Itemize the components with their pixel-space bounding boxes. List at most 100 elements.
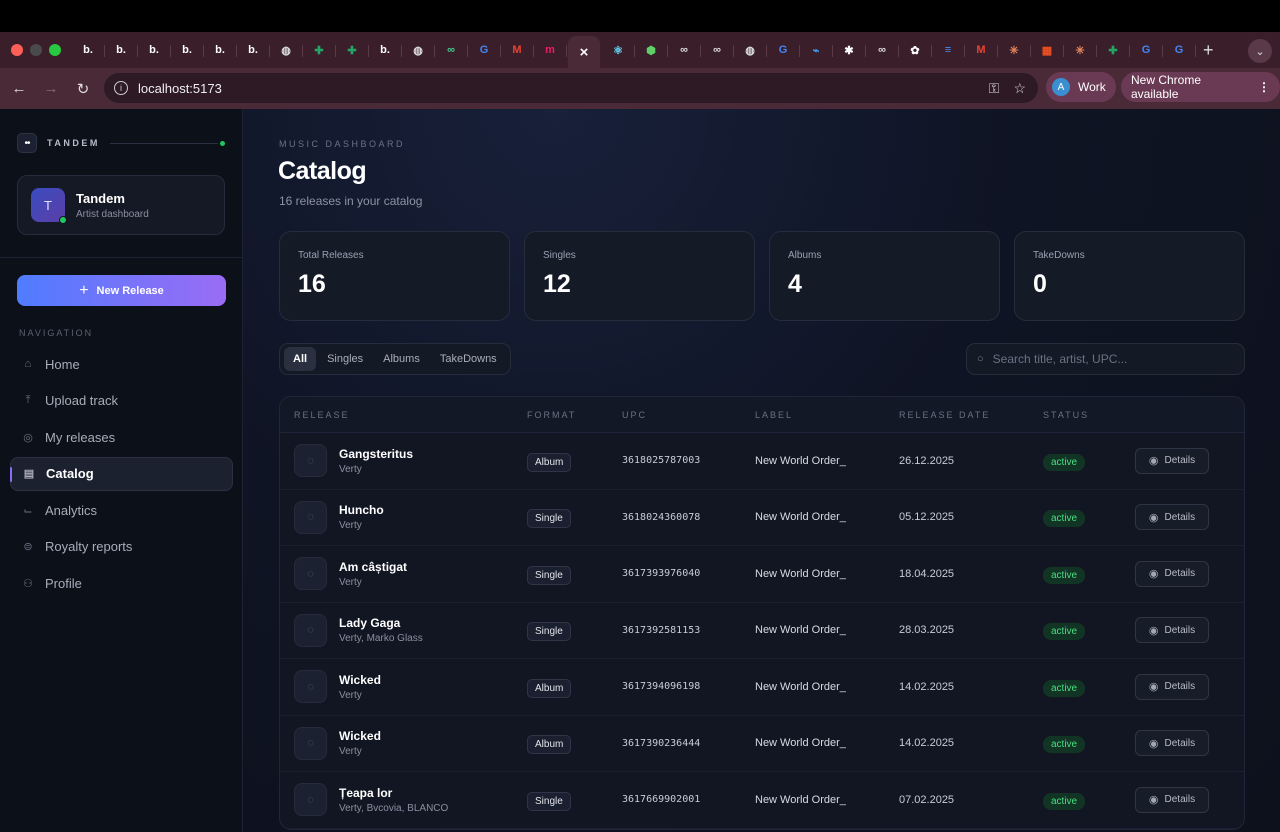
address-bar[interactable]: i localhost:5173 ⚿ ☆: [104, 73, 1038, 103]
browser-tab[interactable]: G: [469, 36, 501, 64]
tab-separator: [766, 45, 767, 57]
search-box[interactable]: ○: [966, 343, 1245, 375]
browser-tab[interactable]: b.: [106, 36, 138, 64]
table-row[interactable]: ◌ Gangsteritus Verty Album 3618025787003 New …: [280, 433, 1244, 490]
new-tab-button[interactable]: +: [1203, 40, 1214, 61]
stat-value: 12: [543, 270, 571, 298]
release-cell: ◌ Huncho Verty: [294, 500, 384, 534]
b-logo-icon: b.: [380, 44, 390, 56]
claude-icon: ✳: [1075, 44, 1085, 57]
chrome-update-button[interactable]: New Chrome available ⋮: [1121, 72, 1280, 102]
browser-tab[interactable]: ✿: [900, 36, 932, 64]
table-row[interactable]: ◌ Huncho Verty Single 3618024360078 New World…: [280, 490, 1244, 546]
browser-tab[interactable]: b.: [370, 36, 402, 64]
browser-tab[interactable]: ⚛: [603, 36, 635, 64]
sidebar-nav: ⌂ Home ⤒ Upload track ◎ My releases ▤ Catalog ⌙ A…: [10, 347, 233, 603]
browser-tab[interactable]: ⬢: [636, 36, 668, 64]
sidebar-item-profile[interactable]: ⚇ Profile: [10, 566, 233, 600]
table-row[interactable]: ◌ Wicked Verty Album 3617394096198 New World …: [280, 659, 1244, 716]
browser-tab[interactable]: b.: [172, 36, 204, 64]
browser-tab[interactable]: ✱: [834, 36, 866, 64]
browser-tab[interactable]: ∞: [702, 36, 734, 64]
tab-separator: [434, 45, 435, 57]
status-cell: active: [1043, 678, 1086, 697]
filter-tab-takedowns[interactable]: TakeDowns: [431, 347, 506, 371]
browser-tab[interactable]: ✚: [1098, 36, 1130, 64]
password-key-icon[interactable]: ⚿: [989, 80, 1000, 97]
browser-tab[interactable]: M: [502, 36, 534, 64]
table-row[interactable]: ◌ Lady Gaga Verty, Marko Glass Single 361739…: [280, 603, 1244, 659]
forward-button[interactable]: →: [35, 80, 67, 97]
close-window-button[interactable]: [11, 44, 23, 56]
status-cell: active: [1043, 734, 1086, 754]
details-label: Details: [1164, 681, 1196, 693]
details-button[interactable]: ◉ Details: [1135, 504, 1209, 531]
home-icon: ⌂: [24, 358, 32, 370]
browser-tab[interactable]: ◍: [735, 36, 767, 64]
details-button[interactable]: ◉ Details: [1135, 447, 1209, 474]
tab-separator: [898, 45, 899, 57]
sidebar-item-analytics[interactable]: ⌙ Analytics: [10, 493, 233, 527]
back-button[interactable]: ←: [3, 80, 35, 97]
browser-tab[interactable]: G: [1164, 36, 1196, 64]
browser-tab[interactable]: ✚: [304, 36, 336, 64]
search-input[interactable]: [992, 352, 1233, 366]
details-button[interactable]: ◉ Details: [1135, 786, 1209, 813]
brand-logo-icon: ••: [17, 133, 37, 153]
browser-tab[interactable]: ◍: [403, 36, 435, 64]
filter-tab-albums[interactable]: Albums: [374, 347, 429, 371]
site-info-icon[interactable]: i: [114, 81, 128, 95]
browser-tab[interactable]: ✳: [1065, 36, 1097, 64]
browser-tab[interactable]: ▦: [1032, 36, 1064, 64]
browser-tab[interactable]: ✳: [999, 36, 1031, 64]
browser-tab[interactable]: G: [768, 36, 800, 64]
minimize-window-button[interactable]: [30, 44, 42, 56]
tab-separator: [931, 45, 932, 57]
reload-button[interactable]: ↻: [67, 80, 99, 98]
details-button[interactable]: ◉ Details: [1135, 617, 1209, 644]
bookmark-star-icon[interactable]: ☆: [1013, 80, 1026, 97]
artist-card[interactable]: T Tandem Artist dashboard: [17, 175, 225, 235]
tab-search-button[interactable]: ⌄: [1248, 39, 1272, 63]
table-row[interactable]: ◌ Wicked Verty Album 3617390236444 New World …: [280, 716, 1244, 772]
format-cell: Single: [527, 791, 571, 811]
profile-button[interactable]: A Work: [1046, 72, 1116, 102]
table-row[interactable]: ◌ Am câștigat Verty Single 3617393976040 New …: [280, 546, 1244, 603]
sidebar-item-my-releases[interactable]: ◎ My releases: [10, 420, 233, 454]
browser-tab[interactable]: G: [1131, 36, 1163, 64]
filter-tab-singles[interactable]: Singles: [318, 347, 372, 371]
browser-tab[interactable]: b.: [238, 36, 270, 64]
filter-tab-all[interactable]: All: [284, 347, 317, 371]
browser-tab[interactable]: ≡: [933, 36, 965, 64]
sidebar-item-upload-track[interactable]: ⤒ Upload track: [10, 384, 233, 418]
more-menu-icon[interactable]: ⋮: [1258, 80, 1270, 94]
browser-tab[interactable]: b.: [73, 36, 105, 64]
browser-tab[interactable]: m: [535, 36, 567, 64]
release-artist: Verty: [339, 746, 362, 758]
sidebar-item-home[interactable]: ⌂ Home: [10, 347, 233, 381]
google-icon: G: [778, 44, 788, 56]
details-button[interactable]: ◉ Details: [1135, 673, 1209, 700]
details-button[interactable]: ◉ Details: [1135, 730, 1209, 757]
browser-tab[interactable]: ∞: [867, 36, 899, 64]
browser-tab[interactable]: ✚: [337, 36, 369, 64]
browser-tab[interactable]: ∞: [669, 36, 701, 64]
stat-label: Singles: [543, 250, 576, 261]
browser-tab[interactable]: b.: [139, 36, 171, 64]
details-button[interactable]: ◉ Details: [1135, 560, 1209, 587]
release-cell: ◌ Lady Gaga Verty, Marko Glass: [294, 613, 423, 647]
brand-divider: [110, 143, 218, 144]
upc-code: 3617393976040: [622, 568, 701, 580]
browser-tab[interactable]: ×: [568, 36, 600, 68]
zoom-window-button[interactable]: [49, 44, 61, 56]
browser-tab[interactable]: M: [966, 36, 998, 64]
browser-tab[interactable]: ⌁: [801, 36, 833, 64]
sidebar-item-royalty-reports[interactable]: ⊜ Royalty reports: [10, 530, 233, 564]
table-row[interactable]: ◌ Țeapa lor Verty, Bvcovia, BLANCO Single 36…: [280, 772, 1244, 829]
browser-tab[interactable]: ◍: [271, 36, 303, 64]
tab-separator: [700, 45, 701, 57]
new-release-button[interactable]: + New Release: [17, 275, 226, 306]
browser-tab[interactable]: ∞: [436, 36, 468, 64]
browser-tab[interactable]: b.: [205, 36, 237, 64]
sidebar-item-catalog[interactable]: ▤ Catalog: [10, 456, 233, 491]
